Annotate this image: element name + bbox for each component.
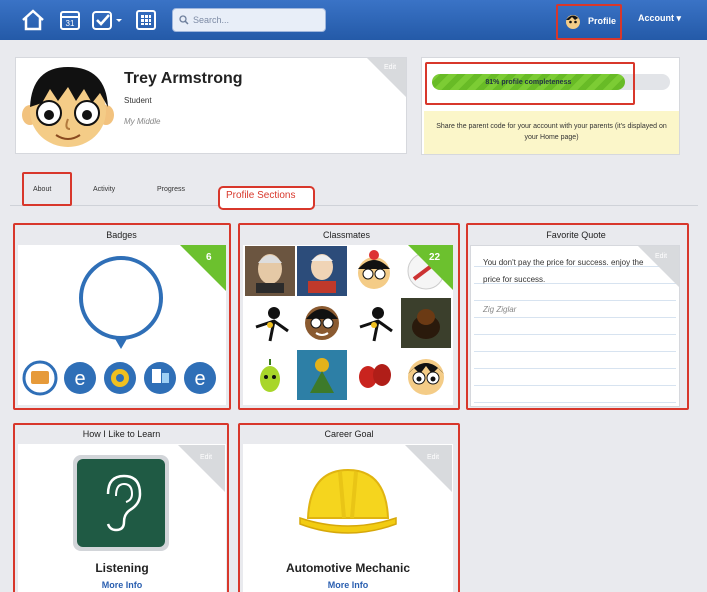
profile-edit-label[interactable]: Edit <box>384 64 396 71</box>
profile-page: 31 Search... Profile Account ▾ Trey Arms… <box>0 0 707 592</box>
search-icon <box>179 15 189 25</box>
student-name: Trey Armstrong <box>124 70 243 87</box>
svg-text:31: 31 <box>66 19 75 28</box>
badges-highlight <box>13 223 231 410</box>
profile-highlight <box>556 4 622 40</box>
account-menu-button[interactable]: Account ▾ <box>638 13 681 24</box>
student-avatar <box>22 63 114 154</box>
grid-icon[interactable] <box>134 7 158 33</box>
tabs-divider <box>10 205 698 206</box>
classmates-highlight <box>238 223 460 410</box>
tasks-icon[interactable] <box>90 7 126 33</box>
student-role: Student <box>124 96 152 105</box>
student-school: My Middle <box>124 117 161 126</box>
career-highlight <box>238 423 460 592</box>
profile-sections-annotation: Profile Sections <box>218 186 315 210</box>
parent-code-note: Share the parent code for your account w… <box>424 111 679 154</box>
home-icon[interactable] <box>20 7 46 33</box>
search-input[interactable]: Search... <box>172 8 326 32</box>
completeness-highlight <box>425 62 635 105</box>
quote-highlight <box>466 223 689 410</box>
tab-activity[interactable]: Activity <box>93 186 115 193</box>
about-tab-highlight <box>22 172 72 206</box>
calendar-icon[interactable]: 31 <box>57 7 83 33</box>
tab-progress[interactable]: Progress <box>157 186 185 193</box>
learn-highlight <box>13 423 229 592</box>
search-placeholder: Search... <box>193 15 230 25</box>
